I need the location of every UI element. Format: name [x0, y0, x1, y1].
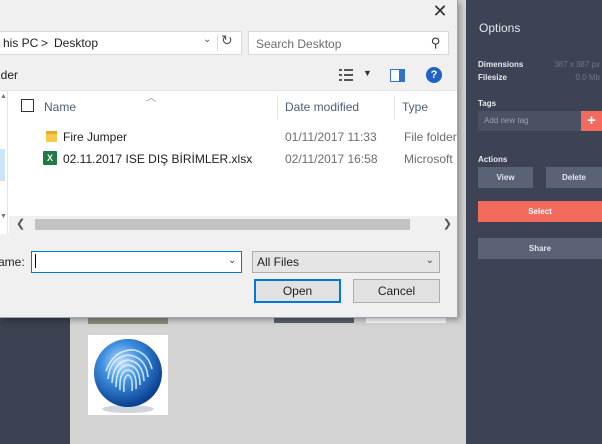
nav-scroll-up-icon[interactable]: ▲ [0, 93, 7, 100]
delete-button[interactable]: Delete [546, 167, 602, 188]
file-name: 02.11.2017 ISE DIŞ BİRİMLER.xlsx [63, 152, 253, 166]
preview-pane-icon[interactable] [390, 69, 405, 82]
tags-heading: Tags [478, 99, 497, 108]
column-header-date[interactable]: Date modified [285, 100, 359, 114]
sort-ascending-icon: ︿ [146, 93, 156, 104]
fingerprint-image [94, 339, 162, 413]
breadcrumb-separator-icon[interactable]: > [41, 36, 48, 50]
file-open-dialog: ✕ his PC > Desktop ⌄ ↻ Search Desktop ⚲ … [0, 0, 458, 318]
file-list-header: ︿ Name Date modified Type [9, 91, 457, 121]
breadcrumb-this-pc[interactable]: his PC [3, 36, 38, 50]
nav-scroll-down-icon[interactable]: ▼ [0, 213, 7, 220]
open-button[interactable]: Open [254, 279, 341, 303]
file-list: ︿ Name Date modified Type Fire Jumper 01… [9, 91, 457, 234]
file-row[interactable]: X 02.11.2017 ISE DIŞ BİRİMLER.xlsx 02/11… [9, 148, 457, 170]
excel-file-icon: X [43, 151, 57, 165]
chevron-down-icon[interactable]: ⌄ [203, 34, 211, 45]
file-type: Microsoft [404, 152, 453, 166]
breadcrumb-desktop[interactable]: Desktop [54, 36, 98, 50]
view-button[interactable]: View [478, 167, 533, 188]
help-icon[interactable]: ? [426, 67, 442, 83]
tag-input[interactable]: Add new tag [478, 111, 581, 131]
scrollbar-thumb[interactable] [35, 219, 410, 230]
file-type: File folder [404, 130, 457, 144]
folder-icon [46, 131, 57, 142]
select-all-checkbox[interactable] [21, 99, 34, 112]
navigation-pane[interactable]: ▲ ▼ [0, 91, 8, 234]
column-header-type[interactable]: Type [402, 100, 428, 114]
file-name-dropdown-icon[interactable]: ⌄ [228, 255, 236, 266]
filesize-label: Filesize [478, 73, 507, 82]
file-type-filter[interactable]: All Files ⌄ [252, 251, 440, 273]
filesize-value: 0.0 Mb [575, 73, 600, 82]
view-dropdown-icon[interactable]: ▼ [363, 68, 372, 78]
column-header-name[interactable]: Name [44, 100, 76, 114]
horizontal-scrollbar[interactable]: ❮ ❯ [9, 216, 457, 233]
cancel-button[interactable]: Cancel [353, 279, 440, 303]
chevron-down-icon[interactable]: ⌄ [426, 255, 434, 266]
search-input[interactable]: Search Desktop ⚲ [248, 31, 449, 55]
scroll-right-icon[interactable]: ❯ [443, 217, 452, 230]
view-options-icon[interactable] [339, 69, 353, 81]
fingerprint-thumbnail[interactable] [88, 335, 168, 415]
dimensions-value: 387 x 387 px [554, 60, 600, 69]
file-browser: ▲ ▼ ︿ Name Date modified Type Fire Jumpe… [0, 90, 457, 234]
file-name: Fire Jumper [63, 130, 128, 144]
close-icon[interactable]: ✕ [430, 3, 450, 21]
add-tag-button[interactable]: + [581, 111, 602, 131]
options-panel: Options Dimensions 387 x 387 px Filesize… [466, 0, 602, 444]
share-button[interactable]: Share [478, 238, 602, 259]
search-placeholder: Search Desktop [256, 37, 342, 51]
column-divider[interactable] [394, 95, 395, 119]
actions-heading: Actions [478, 155, 508, 164]
select-button[interactable]: Select [478, 201, 602, 222]
column-divider[interactable] [277, 95, 278, 119]
file-date: 02/11/2017 16:58 [285, 152, 378, 166]
dimensions-label: Dimensions [478, 60, 524, 69]
scroll-left-icon[interactable]: ❮ [16, 217, 25, 230]
new-folder-button[interactable]: lder [0, 68, 18, 82]
address-bar[interactable]: his PC > Desktop ⌄ ↻ [0, 31, 242, 55]
dimensions-row: Dimensions 387 x 387 px [478, 60, 600, 69]
refresh-icon[interactable]: ↻ [221, 33, 233, 49]
filter-value: All Files [257, 255, 300, 269]
filesize-row: Filesize 0.0 Mb [478, 73, 600, 82]
file-name-label: ame: [0, 255, 25, 269]
panel-title: Options [479, 21, 521, 35]
address-divider [217, 35, 218, 51]
file-name-input[interactable] [31, 251, 242, 273]
nav-selected-item[interactable] [0, 149, 5, 181]
file-date: 01/11/2017 11:33 [285, 130, 377, 144]
search-icon[interactable]: ⚲ [431, 36, 441, 51]
file-row[interactable]: Fire Jumper 01/11/2017 11:33 File folder [9, 126, 457, 148]
dialog-toolbar: lder ▼ ? [0, 62, 457, 90]
text-caret [35, 254, 36, 268]
